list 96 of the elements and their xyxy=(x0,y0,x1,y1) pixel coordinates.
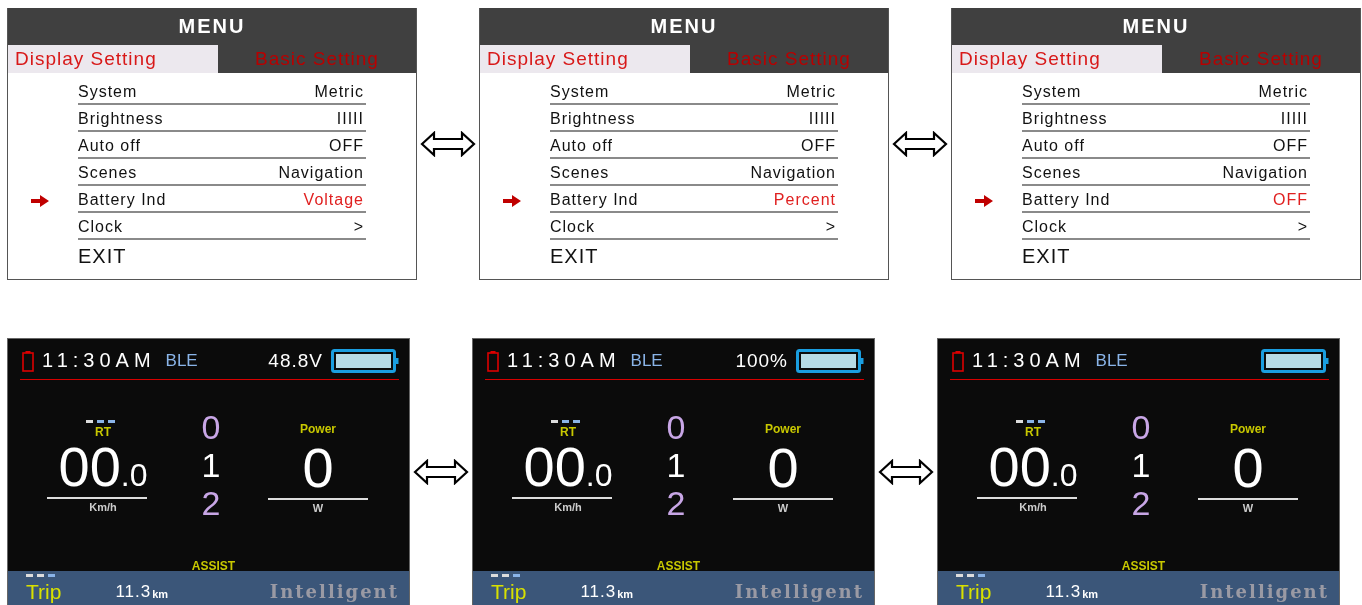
double-arrow-icon xyxy=(878,458,934,485)
battery-level-icon xyxy=(1261,348,1329,373)
menu-item[interactable]: Brightness IIIII xyxy=(1022,110,1310,132)
menu-item[interactable]: Auto off OFF xyxy=(550,137,838,159)
battery-icon xyxy=(952,349,964,372)
assist-label: ASSIST xyxy=(656,559,701,572)
speed-value: 00 xyxy=(988,439,1051,496)
dashes-icon xyxy=(956,574,986,577)
ble-label: BLE xyxy=(165,350,198,371)
exit-item[interactable]: EXIT xyxy=(1022,245,1071,268)
battery-level-icon xyxy=(796,348,864,373)
rt-label: RT xyxy=(1025,425,1041,440)
power-unit: W xyxy=(777,502,789,515)
speed-decimal: .0 xyxy=(1050,459,1078,492)
power-value: 0 xyxy=(1232,440,1264,497)
menu-item[interactable]: Battery Ind Percent xyxy=(550,191,838,213)
menu-tab[interactable]: Display Setting xyxy=(952,45,1162,73)
battery-reading: 100% xyxy=(735,349,788,372)
trip-unit: km xyxy=(1082,587,1099,602)
double-arrow-icon xyxy=(420,131,476,157)
menu-title: MENU xyxy=(650,15,718,38)
menu-item[interactable]: Battery Ind Voltage xyxy=(78,191,366,213)
trip-label: Trip xyxy=(956,581,992,603)
power-label: Power xyxy=(1230,422,1266,437)
menu-item[interactable]: Clock > xyxy=(78,218,366,240)
power-value: 0 xyxy=(302,440,334,497)
assist-label: ASSIST xyxy=(191,559,236,572)
dashes-icon xyxy=(26,574,56,577)
menu-item[interactable]: Auto off OFF xyxy=(1022,137,1310,159)
menu-item[interactable]: System Metric xyxy=(1022,83,1310,105)
menu-item[interactable]: Scenes Navigation xyxy=(1022,164,1310,186)
dashes-icon xyxy=(551,420,581,424)
menu-title: MENU xyxy=(178,15,246,38)
speed-decimal: .0 xyxy=(585,459,613,492)
menu-item[interactable]: Scenes Navigation xyxy=(78,164,366,186)
menu-tab[interactable]: Display Setting xyxy=(8,45,218,73)
assist-label: ASSIST xyxy=(1121,559,1166,572)
assist-level: 0 xyxy=(1131,408,1151,447)
trip-value: 11.3 xyxy=(580,581,617,603)
power-label: Power xyxy=(765,422,801,437)
assist-level: 2 xyxy=(1131,484,1151,523)
menu-item[interactable]: System Metric xyxy=(550,83,838,105)
menu-tab[interactable]: Display Setting xyxy=(480,45,690,73)
dashes-icon xyxy=(86,420,116,424)
menu-item[interactable]: System Metric xyxy=(78,83,366,105)
double-arrow-icon xyxy=(892,131,948,157)
menu-item[interactable]: Clock > xyxy=(550,218,838,240)
assist-level: 2 xyxy=(666,484,686,523)
ble-label: BLE xyxy=(1095,350,1128,371)
speed-unit: Km/h xyxy=(89,501,117,514)
battery-level-icon xyxy=(331,348,399,373)
menu-item[interactable]: Clock > xyxy=(1022,218,1310,240)
ride-mode: Intelligent xyxy=(734,581,864,603)
power-unit: W xyxy=(312,502,324,515)
trip-value: 11.3 xyxy=(115,581,152,603)
assist-level: 0 xyxy=(201,408,221,447)
ride-mode: Intelligent xyxy=(269,581,399,603)
speed-value: 00 xyxy=(523,439,586,496)
speed-decimal: .0 xyxy=(120,459,148,492)
speed-value: 00 xyxy=(58,439,121,496)
clock-time: 11:30AM xyxy=(42,349,156,373)
battery-reading: 48.8V xyxy=(268,349,323,372)
clock-time: 11:30AM xyxy=(507,349,621,373)
assist-level: 0 xyxy=(666,408,686,447)
dashes-icon xyxy=(491,574,521,577)
trip-label: Trip xyxy=(491,581,527,603)
speed-unit: Km/h xyxy=(1019,501,1047,514)
assist-level: 1 xyxy=(201,446,221,485)
menu-item[interactable]: Brightness IIIII xyxy=(78,110,366,132)
rt-label: RT xyxy=(560,425,576,440)
speed-unit: Km/h xyxy=(554,501,582,514)
menu-item[interactable]: Scenes Navigation xyxy=(550,164,838,186)
clock-time: 11:30AM xyxy=(972,349,1086,373)
ride-mode: Intelligent xyxy=(1199,581,1329,603)
assist-level: 1 xyxy=(1131,446,1151,485)
double-arrow-icon xyxy=(413,458,469,485)
assist-level: 1 xyxy=(666,446,686,485)
exit-item[interactable]: EXIT xyxy=(78,245,127,268)
assist-level: 2 xyxy=(201,484,221,523)
exit-item[interactable]: EXIT xyxy=(550,245,599,268)
trip-unit: km xyxy=(617,587,634,602)
trip-unit: km xyxy=(152,587,169,602)
trip-value: 11.3 xyxy=(1045,581,1082,603)
battery-icon xyxy=(22,349,34,372)
battery-icon xyxy=(487,349,499,372)
ble-label: BLE xyxy=(630,350,663,371)
power-label: Power xyxy=(300,422,336,437)
power-unit: W xyxy=(1242,502,1254,515)
menu-item[interactable]: Brightness IIIII xyxy=(550,110,838,132)
menu-item[interactable]: Auto off OFF xyxy=(78,137,366,159)
menu-title: MENU xyxy=(1122,15,1190,38)
rt-label: RT xyxy=(95,425,111,440)
power-value: 0 xyxy=(767,440,799,497)
menu-item[interactable]: Battery Ind OFF xyxy=(1022,191,1310,213)
dashes-icon xyxy=(1016,420,1046,424)
trip-label: Trip xyxy=(26,581,62,603)
